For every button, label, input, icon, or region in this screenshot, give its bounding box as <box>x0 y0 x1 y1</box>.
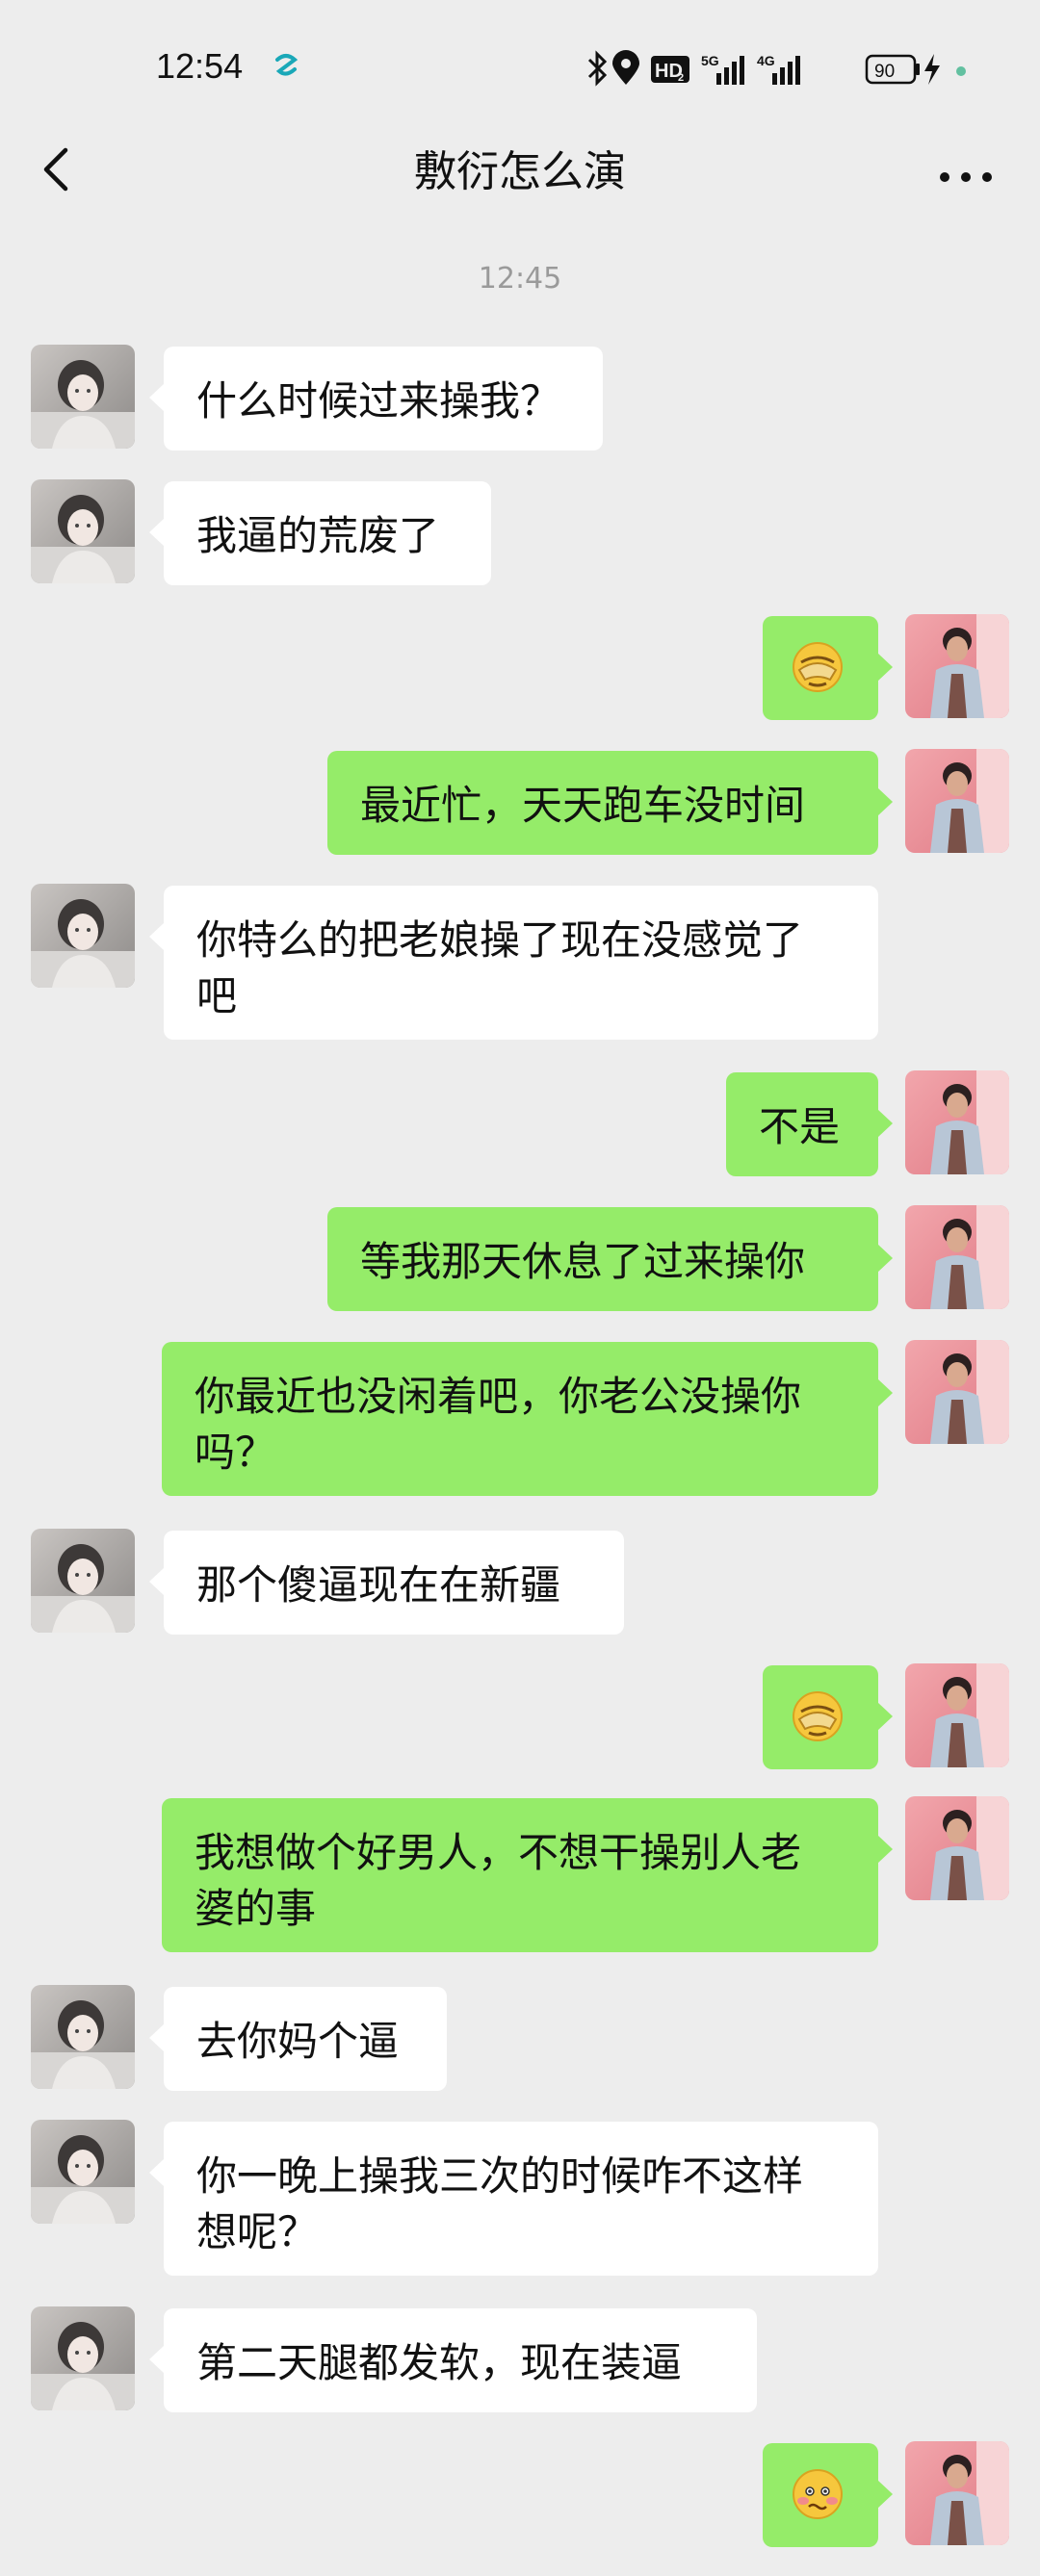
message-text-line-1: 你特么的把老娘操了现在没感觉了 <box>196 916 804 964</box>
message-bubble-outgoing[interactable] <box>763 1665 893 1769</box>
message-bubble-outgoing[interactable] <box>763 2443 893 2547</box>
message-text: 不是 <box>759 1103 841 1150</box>
facepalm-emoji-icon <box>792 641 844 693</box>
message-bubble-incoming[interactable]: 第二天腿都发软，现在装逼 <box>149 2308 757 2412</box>
notification-dot <box>956 66 966 76</box>
chat-title: 敷衍怎么演 <box>414 147 626 196</box>
contact-avatar[interactable] <box>31 345 135 449</box>
blushing-awkward-emoji-icon <box>792 2468 844 2520</box>
message-text: 什么时候过来操我？ <box>196 377 561 425</box>
message-bubble-incoming[interactable]: 去你妈个逼 <box>149 1987 447 2091</box>
signal-5g-icon: 5G <box>701 53 744 85</box>
message-text-line-1: 你最近也没闲着吧，你老公没操你 <box>195 1373 802 1420</box>
hd-badge: HD 2 <box>651 56 689 84</box>
contact-avatar[interactable] <box>31 1529 135 1633</box>
message-bubble-outgoing[interactable]: 我想做个好男人，不想干操别人老 婆的事 <box>162 1798 893 1952</box>
message-text-line-1: 你一晚上操我三次的时候咋不这样 <box>196 2152 804 2200</box>
network-label-1: 5G <box>701 53 719 68</box>
message-text-line-2: 吗？ <box>195 1429 276 1476</box>
message-text: 第二天腿都发软，现在装逼 <box>196 2339 683 2386</box>
more-dots-icon <box>940 172 992 182</box>
my-avatar[interactable] <box>905 614 1009 718</box>
message-bubble-incoming[interactable]: 什么时候过来操我？ <box>149 347 603 451</box>
message-bubble-outgoing[interactable] <box>763 616 893 720</box>
contact-avatar[interactable] <box>31 2120 135 2224</box>
battery-level: 90 <box>874 62 895 82</box>
signal-4g-icon: 4G <box>757 53 800 85</box>
message-text-line-1: 我想做个好男人，不想干操别人老 <box>195 1829 802 1876</box>
message-bubble-incoming[interactable]: 那个傻逼现在在新疆 <box>149 1531 624 1635</box>
message-bubble-outgoing[interactable]: 不是 <box>726 1072 893 1176</box>
charging-icon <box>924 54 940 85</box>
message-bubble-outgoing[interactable]: 等我那天休息了过来操你 <box>327 1207 893 1311</box>
my-avatar[interactable] <box>905 1796 1009 1900</box>
contact-avatar[interactable] <box>31 884 135 988</box>
status-bar: 12:54 HD 2 5G 4G 90 <box>0 0 1040 140</box>
status-icons: HD 2 5G 4G 90 <box>587 50 966 87</box>
app-notification-icon <box>275 54 299 76</box>
message-text-line-2: 想呢？ <box>196 2208 319 2255</box>
my-avatar[interactable] <box>905 2441 1009 2545</box>
message-bubble-incoming[interactable]: 我逼的荒废了 <box>149 481 491 585</box>
more-button[interactable] <box>929 135 1006 202</box>
message-bubble-outgoing[interactable]: 最近忙，天天跑车没时间 <box>327 751 893 855</box>
message-text: 最近忙，天天跑车没时间 <box>360 782 806 829</box>
facepalm-emoji-icon <box>792 1690 844 1742</box>
my-avatar[interactable] <box>905 1340 1009 1444</box>
message-text: 我逼的荒废了 <box>196 512 440 559</box>
message-text-line-2: 婆的事 <box>195 1885 317 1932</box>
message-bubble-incoming[interactable]: 你一晚上操我三次的时候咋不这样 想呢？ <box>149 2122 878 2276</box>
location-icon <box>612 50 639 85</box>
hd-badge-sub: 2 <box>678 72 684 84</box>
contact-avatar[interactable] <box>31 1985 135 2089</box>
message-text: 等我那天休息了过来操你 <box>360 1238 806 1285</box>
message-text: 那个傻逼现在在新疆 <box>196 1561 561 1609</box>
message-bubble-incoming[interactable]: 你特么的把老娘操了现在没感觉了 吧 <box>149 886 878 1040</box>
network-label-2: 4G <box>757 53 775 68</box>
bluetooth-icon <box>587 50 608 87</box>
message-text-line-2: 吧 <box>196 972 238 1019</box>
contact-avatar[interactable] <box>31 2306 135 2410</box>
status-time: 12:54 <box>156 46 244 86</box>
chat-header: 敷衍怎么演 <box>0 125 1040 212</box>
message-bubble-outgoing[interactable]: 你最近也没闲着吧，你老公没操你 吗？ <box>162 1342 893 1496</box>
chat-timestamp: 12:45 <box>478 262 562 296</box>
message-text: 去你妈个逼 <box>196 2018 400 2065</box>
my-avatar[interactable] <box>905 1663 1009 1767</box>
contact-avatar[interactable] <box>31 479 135 583</box>
battery-icon: 90 <box>865 54 920 85</box>
my-avatar[interactable] <box>905 1070 1009 1174</box>
my-avatar[interactable] <box>905 1205 1009 1309</box>
my-avatar[interactable] <box>905 749 1009 853</box>
